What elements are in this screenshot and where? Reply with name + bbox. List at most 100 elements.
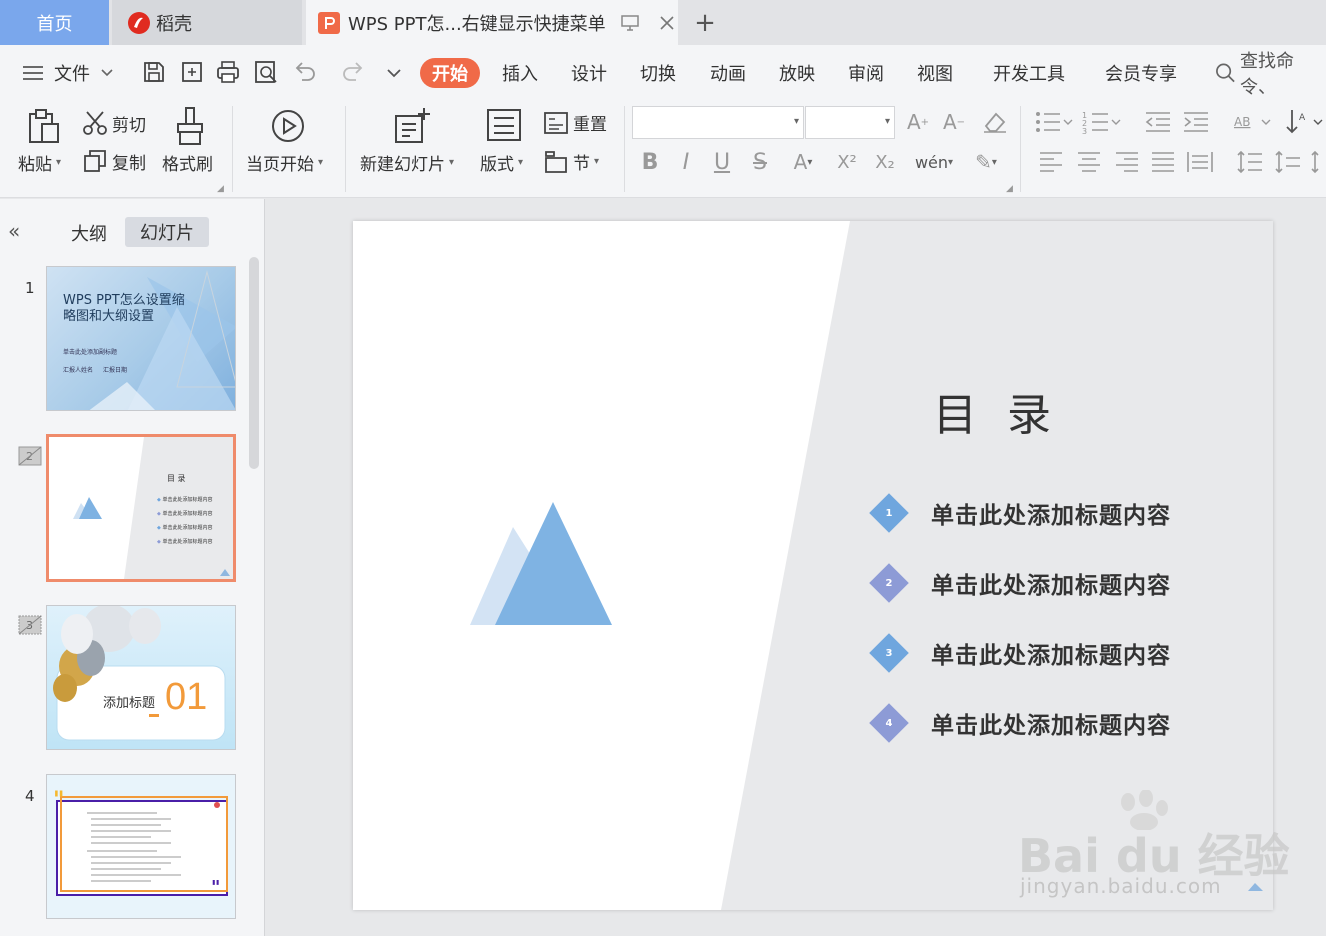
decrease-font-size-icon[interactable]: A − [940, 108, 968, 136]
font-size-select[interactable]: ▾ [805, 106, 895, 139]
superscript-icon[interactable]: X² [832, 148, 862, 176]
play-from-current-icon[interactable] [270, 108, 306, 144]
save-icon[interactable] [140, 58, 168, 86]
strikethrough-icon[interactable]: S [748, 148, 772, 176]
ppt-file-icon [318, 11, 340, 34]
print-preview-icon[interactable] [252, 58, 280, 86]
svg-text:": " [211, 877, 220, 898]
paste-button[interactable]: 粘贴 ▾ [18, 150, 61, 175]
format-painter-icon[interactable] [172, 106, 208, 146]
tab-outline[interactable]: 大纲 [58, 219, 120, 247]
slide1-decoration [89, 270, 235, 410]
new-slide-icon[interactable] [392, 106, 432, 146]
svg-text:": " [53, 788, 64, 813]
quick-access-more-icon[interactable] [380, 58, 408, 86]
toc-number-badge: 3 [869, 633, 909, 673]
export-icon[interactable] [178, 58, 206, 86]
slide-thumbnail-4[interactable]: " " [46, 774, 236, 919]
menu-item-review[interactable]: 审阅 [848, 45, 884, 100]
font-color-icon[interactable]: A ▾ [786, 148, 820, 176]
clipboard-launcher-icon[interactable]: ◢ [217, 184, 224, 194]
layout-button[interactable]: 版式 ▾ [480, 150, 523, 175]
play-from-current-button[interactable]: 当页开始 ▾ [246, 150, 323, 175]
undo-icon[interactable] [290, 58, 318, 86]
increase-font-size-icon[interactable]: A + [904, 108, 932, 136]
format-painter-button[interactable]: 格式刷 [162, 150, 213, 175]
play-from-current-label: 当页开始 [246, 155, 314, 175]
subscript-icon[interactable]: X₂ [870, 148, 900, 176]
menu-item-design[interactable]: 设计 [571, 45, 607, 100]
font-size-dropdown-icon: ▾ [884, 116, 890, 127]
new-slide-button[interactable]: 新建幻灯片 ▾ [360, 150, 454, 175]
tab-slides[interactable]: 幻灯片 [125, 217, 209, 247]
file-menu[interactable]: 文件 [22, 45, 114, 100]
sort-icon[interactable]: A [1284, 108, 1324, 136]
menu-item-developer[interactable]: 开发工具 [993, 45, 1065, 100]
panel-scrollbar[interactable] [249, 257, 259, 469]
bold-icon[interactable]: B [638, 148, 662, 176]
section-button[interactable]: 节 ▾ [543, 148, 599, 174]
copy-button[interactable]: 复制 [82, 148, 146, 174]
print-icon[interactable] [214, 58, 242, 86]
menu-item-slideshow[interactable]: 放映 [779, 45, 815, 100]
slide1-subtitle: 单击此处添加副标题 [63, 349, 118, 356]
file-menu-label: 文件 [54, 63, 90, 85]
font-launcher-icon[interactable]: ◢ [1006, 184, 1013, 194]
font-family-select[interactable]: ▾ [632, 106, 804, 139]
underline-icon[interactable]: U [710, 148, 734, 176]
slide2-toc-item: ◆ 单击此处添加标题内容 [157, 539, 213, 545]
paragraph-spacing-icon[interactable] [1274, 150, 1302, 174]
layout-icon[interactable] [486, 108, 522, 142]
toc-item[interactable]: 1 单击此处添加标题内容 [869, 493, 1171, 533]
eraser-icon[interactable] [982, 110, 1008, 134]
slide-thumbnail-3[interactable]: 添加标题 01 [46, 605, 236, 750]
text-direction-icon[interactable]: AB [1232, 110, 1272, 134]
tab-daoke[interactable]: 稻壳 [112, 0, 302, 45]
bullet-list-icon[interactable] [1034, 110, 1074, 134]
redo-icon[interactable] [340, 58, 368, 86]
cut-label: 剪切 [112, 115, 146, 136]
tab-home[interactable]: 首页 [0, 0, 109, 45]
toc-item[interactable]: 3 单击此处添加标题内容 [869, 633, 1171, 673]
align-center-icon[interactable] [1076, 150, 1102, 174]
tab-document[interactable]: WPS PPT怎...右键显示快捷菜单 [306, 0, 678, 45]
line-spacing-icon[interactable] [1236, 150, 1264, 174]
numbered-list-icon[interactable]: 123 [1082, 110, 1122, 134]
slide-title[interactable]: 目 录 [933, 379, 1059, 443]
slide3-title: 添加标题 [103, 696, 156, 711]
hidden-slide-icon: 2 [18, 446, 42, 466]
menu-item-insert[interactable]: 插入 [502, 45, 538, 100]
close-icon[interactable] [658, 14, 676, 32]
toc-item[interactable]: 4 单击此处添加标题内容 [869, 703, 1171, 743]
layout-label: 版式 [480, 155, 514, 175]
menu-item-start[interactable]: 开始 [420, 58, 480, 88]
menu-item-transition[interactable]: 切换 [640, 45, 676, 100]
distribute-icon[interactable] [1186, 150, 1214, 174]
slide-thumbnail-1[interactable]: WPS PPT怎么设置缩略图和大纲设置 单击此处添加副标题 汇报人姓名 汇报日期 [46, 266, 236, 411]
cut-button[interactable]: 剪切 [82, 110, 146, 136]
paste-icon[interactable] [24, 106, 64, 146]
columns-icon[interactable] [1310, 150, 1326, 174]
monitor-icon[interactable] [620, 14, 640, 32]
reset-button[interactable]: 重置 [543, 110, 607, 135]
slide-number: 4 [25, 787, 35, 805]
menu-item-animation[interactable]: 动画 [710, 45, 746, 100]
justify-icon[interactable] [1150, 150, 1176, 174]
decrease-indent-icon[interactable] [1144, 110, 1172, 134]
menu-item-member[interactable]: 会员专享 [1105, 45, 1177, 100]
paste-label: 粘贴 [18, 155, 52, 175]
align-right-icon[interactable] [1114, 150, 1140, 174]
increase-indent-icon[interactable] [1182, 110, 1210, 134]
search-command[interactable]: 查找命令、 [1215, 45, 1326, 100]
align-left-icon[interactable] [1038, 150, 1064, 174]
slide-canvas[interactable]: 目 录 1 单击此处添加标题内容 2 单击此处添加标题内容 3 单击此处添加标题… [353, 221, 1273, 910]
menu-item-view[interactable]: 视图 [917, 45, 953, 100]
new-tab-button[interactable]: + [692, 0, 718, 45]
slide-thumbnail-2[interactable]: 目 录 ◆ 单击此处添加标题内容 ◆ 单击此处添加标题内容 ◆ 单击此处添加标题… [46, 434, 236, 582]
phonetic-guide-icon[interactable]: wén ▾ [914, 148, 954, 176]
tab-daoke-label: 稻壳 [156, 13, 192, 35]
italic-icon[interactable]: I [674, 148, 698, 176]
highlight-icon[interactable]: ✎ ▾ [966, 148, 1006, 176]
collapse-panel-icon[interactable]: « [8, 219, 20, 243]
toc-item[interactable]: 2 单击此处添加标题内容 [869, 563, 1171, 603]
